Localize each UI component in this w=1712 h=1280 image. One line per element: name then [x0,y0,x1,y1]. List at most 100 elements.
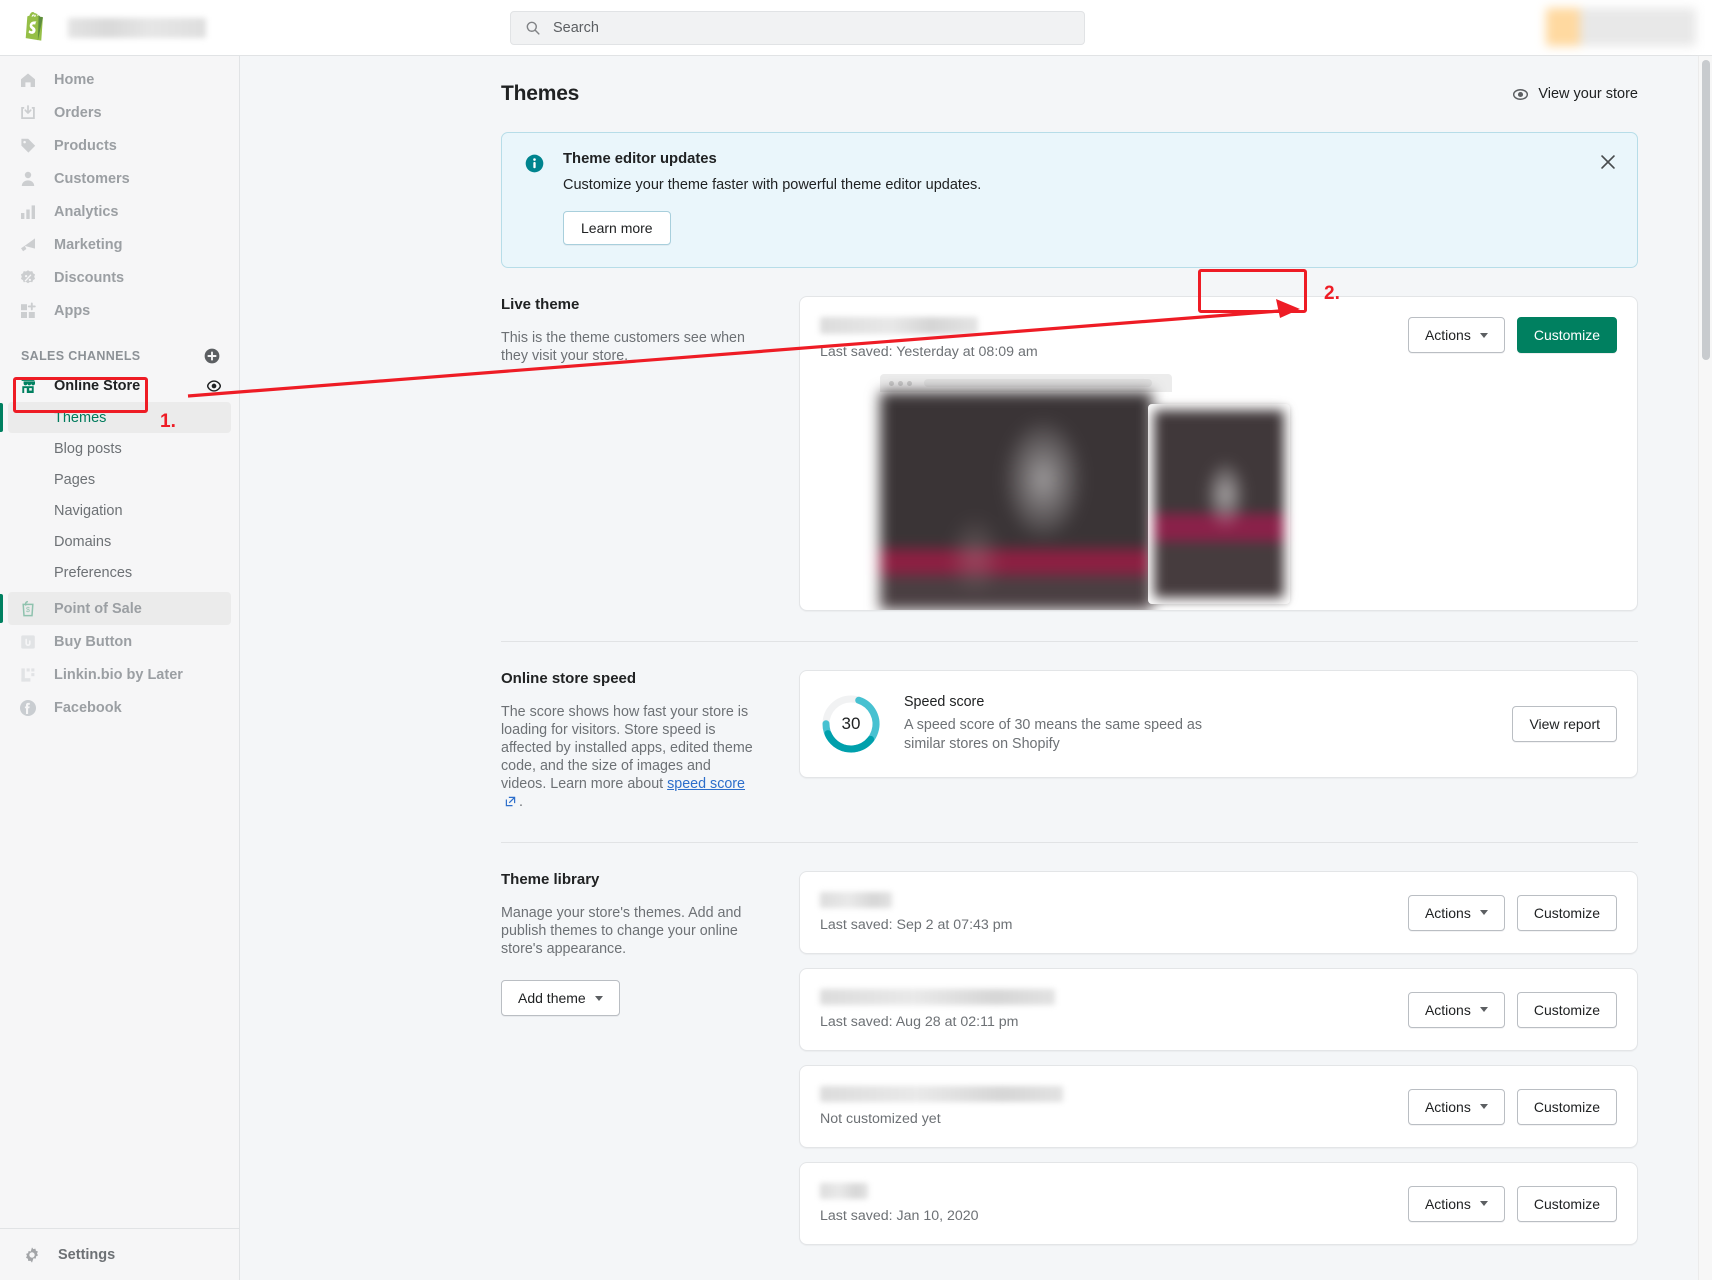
speed-score-description: A speed score of 30 means the same speed… [904,717,1203,752]
sidebar-item-buy-button[interactable]: Buy Button [8,625,231,658]
actions-label: Actions [1424,904,1471,921]
theme-name-redacted [820,892,892,908]
view-your-store-link[interactable]: View your store [1512,86,1638,103]
sidebar-sub-label: Preferences [54,564,133,581]
live-theme-description-column: Live theme This is the theme customers s… [501,296,799,611]
close-icon[interactable] [1597,151,1619,173]
theme-row-status: Last saved: Sep 2 at 07:43 pm [820,917,1013,933]
theme-row-status: Not customized yet [820,1111,941,1127]
live-theme-name-redacted [820,317,978,334]
desktop-preview-image [880,392,1152,610]
banner-body: Customize your theme faster with powerfu… [563,177,982,193]
theme-library-section: Theme library Manage your store's themes… [240,871,1696,1245]
eye-icon[interactable] [205,377,223,395]
speed-score-gauge: 30 [820,693,882,755]
theme-library-row: Last saved: Jan 10, 2020 Actions Customize [799,1162,1638,1245]
online-store-speed-section: Online store speed The score shows how f… [240,670,1696,812]
chevron-down-icon [1479,332,1488,338]
sidebar-item-linkinbio[interactable]: Linkin.bio by Later [8,658,231,691]
theme-row-customize-button[interactable]: Customize [1516,991,1617,1028]
svg-text:$: $ [26,607,30,614]
add-theme-button[interactable]: Add theme [501,980,620,1016]
speed-score-link[interactable]: speed score [667,776,745,792]
theme-row-actions-button[interactable]: Actions [1407,991,1505,1028]
theme-preview [800,374,1637,610]
sidebar-item-label: Marketing [54,236,123,253]
sidebar-item-facebook[interactable]: Facebook [8,691,231,724]
eye-icon [1512,86,1529,103]
sidebar-sub-label: Navigation [54,502,123,519]
theme-row-actions-button[interactable]: Actions [1407,894,1505,931]
person-icon [18,169,38,189]
apps-grid-plus-icon [18,301,38,321]
banner-title: Theme editor updates [563,151,717,167]
sidebar-item-blog-posts[interactable]: Blog posts [8,433,231,464]
vertical-scrollbar-thumb[interactable] [1702,60,1710,360]
plus-circle-icon[interactable] [203,347,221,365]
sidebar-item-orders[interactable]: Orders [8,96,231,129]
live-theme-card: Last saved: Yesterday at 08:09 am Action… [799,296,1638,611]
sidebar-item-pages[interactable]: Pages [8,464,231,495]
info-circle-icon [524,153,545,174]
theme-row-customize-button[interactable]: Customize [1516,1088,1617,1125]
theme-row-meta: Last saved: Sep 2 at 07:43 pm [820,892,1012,933]
speed-score-value: 30 [841,714,861,733]
live-theme-actions-button[interactable]: Actions [1407,317,1505,353]
theme-row-actions-button[interactable]: Actions [1407,1185,1505,1222]
live-theme-customize-button[interactable]: Customize [1516,317,1617,353]
sidebar-item-navigation[interactable]: Navigation [8,495,231,526]
buy-button-icon [18,632,38,652]
theme-row-customize-button[interactable]: Customize [1516,894,1617,931]
store-name-redacted [68,17,206,38]
sidebar-sub-label: Blog posts [54,440,122,457]
add-theme-label: Add theme [518,990,586,1006]
sidebar-item-label: Buy Button [54,633,133,650]
theme-row-actions-button[interactable]: Actions [1407,1088,1505,1125]
sidebar-item-analytics[interactable]: Analytics [8,195,231,228]
sidebar-item-apps[interactable]: Apps [8,294,231,327]
theme-row-status: Last saved: Jan 10, 2020 [820,1208,979,1224]
brand-area[interactable] [0,11,240,44]
store-speed-card-column: 30 Speed score A speed score of 30 means… [799,670,1638,812]
sidebar-item-settings[interactable]: Settings [0,1228,239,1280]
store-speed-description-tail: . [519,794,523,810]
theme-row-actions: Actions Customize [1407,894,1617,931]
sidebar-item-products[interactable]: Products [8,129,231,162]
mobile-preview-image [1154,410,1284,598]
theme-library-description: Manage your store's themes. Add and publ… [501,905,742,957]
sidebar-item-discounts[interactable]: Discounts [8,261,231,294]
sidebar-item-label: Online Store [54,377,141,394]
primary-navigation: Home Orders Products Customers Analytics… [0,56,239,327]
sidebar-item-marketing[interactable]: Marketing [8,228,231,261]
theme-row-customize-button[interactable]: Customize [1516,1185,1617,1222]
store-speed-title: Online store speed [501,670,637,687]
sidebar-item-preferences[interactable]: Preferences [8,557,231,588]
megaphone-icon [18,235,38,255]
theme-library-row: Not customized yet Actions Customize [799,1065,1638,1148]
sidebar-item-label: Orders [54,104,102,121]
shopify-bag-icon [22,11,50,44]
page-title: Themes [501,82,580,105]
vertical-scrollbar-track[interactable] [1698,56,1712,1280]
live-theme-actions: Actions Customize [1407,317,1617,353]
chevron-down-icon [594,995,603,1001]
search-container[interactable]: Search [510,11,1085,45]
sidebar-item-point-of-sale[interactable]: $ Point of Sale [0,592,231,625]
theme-name-redacted [820,1086,1063,1102]
theme-row-actions: Actions Customize [1407,991,1617,1028]
learn-more-button[interactable]: Learn more [563,211,671,245]
theme-name-redacted [820,989,1055,1005]
discount-badge-icon [18,268,38,288]
search-input[interactable]: Search [510,11,1085,45]
actions-label: Actions [1424,327,1471,343]
theme-row-status: Last saved: Aug 28 at 02:11 pm [820,1014,1019,1030]
sidebar-item-customers[interactable]: Customers [8,162,231,195]
search-icon [525,20,541,36]
sidebar-item-themes[interactable]: Themes [0,402,231,433]
sidebar-item-home[interactable]: Home [8,63,231,96]
sidebar-item-online-store[interactable]: Online Store [8,369,231,402]
account-menu-redacted[interactable] [1546,8,1696,46]
view-report-button[interactable]: View report [1512,706,1617,742]
actions-label: Actions [1424,1195,1471,1212]
sidebar-item-domains[interactable]: Domains [8,526,231,557]
